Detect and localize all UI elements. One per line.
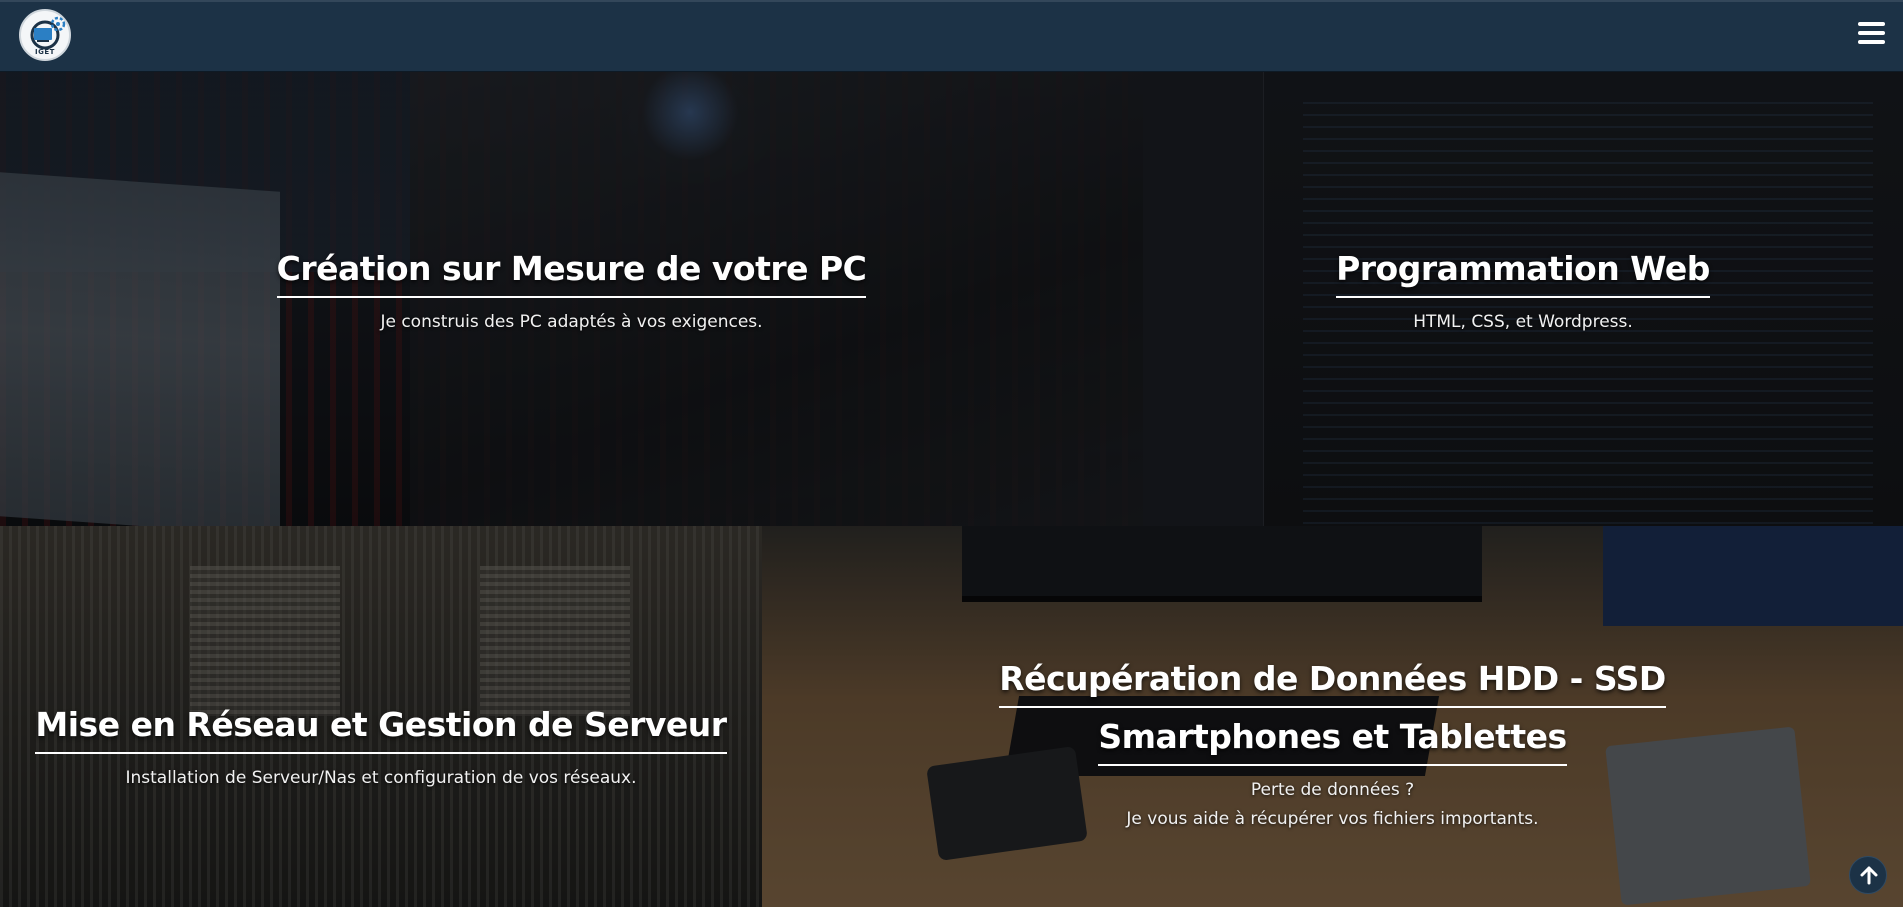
back-to-top-button[interactable] [1849,856,1887,894]
arrow-up-icon [1860,866,1878,885]
menu-bar [1858,40,1885,44]
site-logo[interactable]: IGET [19,9,71,61]
tile-content: Programmation Web HTML, CSS, et Wordpres… [1143,250,1903,337]
tile-description-line: Je vous aide à récupérer vos fichiers im… [1126,808,1539,829]
tile-content: Création sur Mesure de votre PC Je const… [0,250,1143,337]
menu-bar [1858,31,1885,35]
menu-bar [1858,22,1885,26]
tile-content: Mise en Réseau et Gestion de Serveur Ins… [0,706,762,793]
tile-title: Mise en Réseau et Gestion de Serveur [35,706,727,754]
hamburger-menu-button[interactable] [1857,22,1887,50]
tile-description: HTML, CSS, et Wordpress. [1413,311,1633,332]
top-navbar: IGET [0,0,1903,72]
tile-description: Je construis des PC adaptés à vos exigen… [380,311,763,332]
tile-title: Récupération de Données HDD - SSD [999,660,1666,708]
tile-title: Création sur Mesure de votre PC [276,250,867,298]
tile-description: Perte de données ? Je vous aide à récupé… [762,776,1903,834]
tile-description: Installation de Serveur/Nas et configura… [125,767,637,788]
tile-title: Programmation Web [1336,250,1710,298]
service-tile-networking-server[interactable]: Mise en Réseau et Gestion de Serveur Ins… [0,526,762,907]
logo-text: IGET [35,48,55,56]
tile-title-second-line: Smartphones et Tablettes [1098,717,1567,766]
tile-description-line: Perte de données ? [1250,779,1415,800]
service-tile-web-programming[interactable]: Programmation Web HTML, CSS, et Wordpres… [1143,72,1903,526]
tile-content: Récupération de Données HDD - SSD Smartp… [762,660,1903,834]
service-tile-pc-build[interactable]: Création sur Mesure de votre PC Je const… [0,72,1143,526]
service-tile-data-recovery[interactable]: Récupération de Données HDD - SSD Smartp… [762,526,1903,907]
